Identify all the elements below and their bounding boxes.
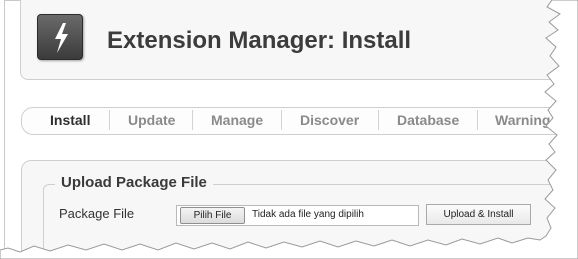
torn-paper-edge xyxy=(0,0,578,259)
